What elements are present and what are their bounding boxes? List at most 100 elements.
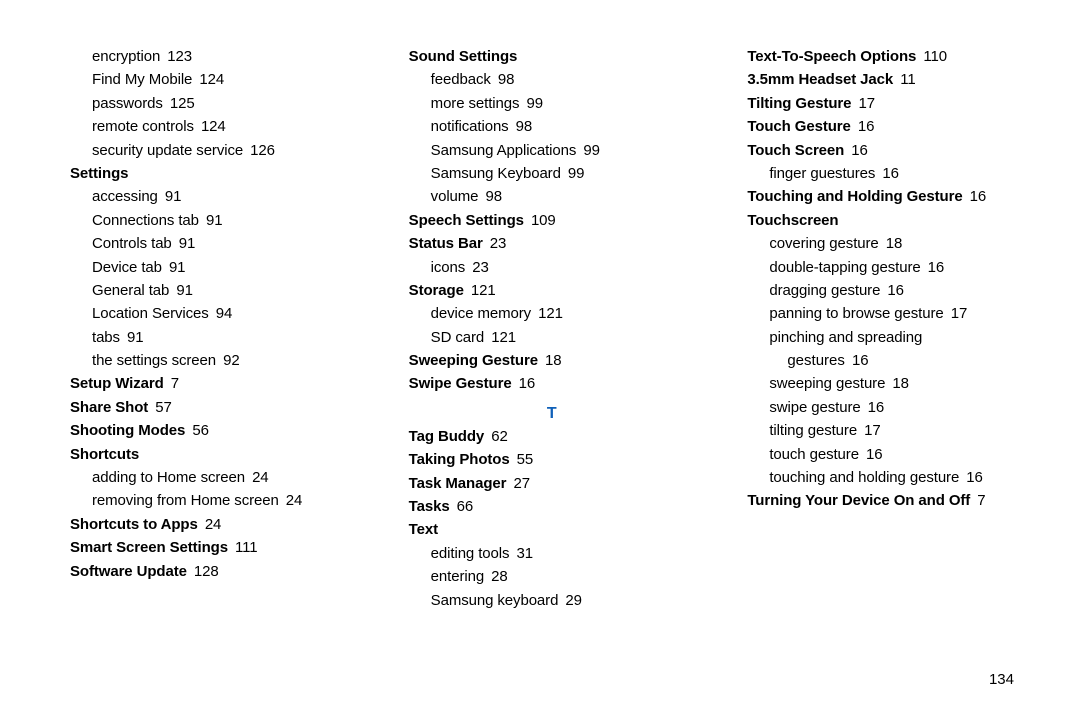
index-label: Shooting Modes — [70, 422, 185, 439]
index-page: 18 — [879, 235, 903, 252]
index-entry: Touch Gesture 16 — [747, 115, 1034, 138]
index-label: Smart Screen Settings — [70, 539, 228, 556]
index-entry: icons 23 — [409, 256, 696, 279]
index-entry: tilting gesture 17 — [747, 419, 1034, 442]
index-label: pinching and spreading — [747, 326, 922, 349]
index-page: 17 — [851, 95, 875, 112]
index-page: 98 — [491, 71, 515, 88]
index-page: 11 — [893, 71, 915, 88]
index-label: swipe gesture — [747, 396, 860, 419]
index-label: removing from Home screen — [70, 489, 279, 512]
index-label: accessing — [70, 185, 158, 208]
index-label: Setup Wizard — [70, 375, 164, 392]
index-page: 92 — [216, 352, 240, 369]
index-entry: feedback 98 — [409, 68, 696, 91]
index-entry: Samsung Applications 99 — [409, 139, 696, 162]
index-entry: gestures 16 — [747, 349, 1034, 372]
index-label: double-tapping gesture — [747, 256, 920, 279]
index-entry: entering 28 — [409, 565, 696, 588]
index-entry: Text-To-Speech Options 110 — [747, 45, 1034, 68]
index-entry: volume 98 — [409, 185, 696, 208]
index-entry: Device tab 91 — [70, 256, 357, 279]
index-label: remote controls — [70, 115, 194, 138]
index-entry: Find My Mobile 124 — [70, 68, 357, 91]
index-entry: Shooting Modes 56 — [70, 419, 357, 442]
index-page: 99 — [576, 142, 600, 159]
index-entry: touching and holding gesture 16 — [747, 466, 1034, 489]
index-label: more settings — [409, 92, 520, 115]
index-page: 110 — [916, 48, 947, 65]
index-entry: editing tools 31 — [409, 542, 696, 565]
index-column-1: encryption 123Find My Mobile 124password… — [70, 45, 357, 612]
index-label: covering gesture — [747, 232, 878, 255]
index-page: 121 — [484, 329, 516, 346]
index-label: Device tab — [70, 256, 162, 279]
index-page: 24 — [198, 516, 222, 533]
index-page: 121 — [464, 282, 496, 299]
index-label: Speech Settings — [409, 212, 524, 229]
index-entry: Smart Screen Settings 111 — [70, 536, 357, 559]
index-label: Touch Gesture — [747, 118, 850, 135]
index-entry: Turning Your Device On and Off 7 — [747, 489, 1034, 512]
index-page: 16 — [963, 188, 987, 205]
index-page: 16 — [880, 282, 904, 299]
index-entry: Touch Screen 16 — [747, 139, 1034, 162]
index-entry: Settings — [70, 162, 357, 185]
index-label: Tilting Gesture — [747, 95, 851, 112]
index-entry: the settings screen 92 — [70, 349, 357, 372]
index-label: Task Manager — [409, 475, 507, 492]
index-label: Connections tab — [70, 209, 199, 232]
index-page: 57 — [148, 399, 172, 416]
index-label: Taking Photos — [409, 451, 510, 468]
index-entry: Taking Photos 55 — [409, 448, 696, 471]
index-label: Find My Mobile — [70, 68, 192, 91]
index-page: 99 — [561, 165, 585, 182]
index-page: 16 — [959, 469, 983, 486]
index-entry: tabs 91 — [70, 326, 357, 349]
index-entry: touch gesture 16 — [747, 443, 1034, 466]
index-entry: encryption 123 — [70, 45, 357, 68]
index-page: 31 — [509, 545, 533, 562]
index-label: gestures — [747, 349, 845, 372]
index-entry: Samsung keyboard 29 — [409, 589, 696, 612]
index-entry: covering gesture 18 — [747, 232, 1034, 255]
index-label: Share Shot — [70, 399, 148, 416]
index-entry: swipe gesture 16 — [747, 396, 1034, 419]
index-page: 91 — [120, 329, 144, 346]
index-page: 16 — [921, 259, 945, 276]
index-label: Touching and Holding Gesture — [747, 188, 962, 205]
index-entry: double-tapping gesture 16 — [747, 256, 1034, 279]
section-letter: T — [409, 402, 696, 427]
index-page: 7 — [970, 492, 985, 509]
index-page: 23 — [465, 259, 489, 276]
index-page: 55 — [510, 451, 534, 468]
index-label: editing tools — [409, 542, 510, 565]
index-label: Turning Your Device On and Off — [747, 492, 970, 509]
index-entry: sweeping gesture 18 — [747, 372, 1034, 395]
index-entry: Task Manager 27 — [409, 472, 696, 495]
index-label: Storage — [409, 282, 464, 299]
index-entry: Touchscreen — [747, 209, 1034, 232]
index-entry: remote controls 124 — [70, 115, 357, 138]
index-entry: finger guestures 16 — [747, 162, 1034, 185]
index-page: 91 — [162, 259, 186, 276]
index-entry: more settings 99 — [409, 92, 696, 115]
index-label: Sweeping Gesture — [409, 352, 538, 369]
index-label: Software Update — [70, 563, 187, 580]
index-page: 109 — [524, 212, 556, 229]
index-page: 123 — [160, 48, 192, 65]
index-page: 16 — [861, 399, 885, 416]
index-column-2: Sound Settingsfeedback 98more settings 9… — [409, 45, 696, 612]
index-label: device memory — [409, 302, 531, 325]
index-entry: Connections tab 91 — [70, 209, 357, 232]
index-label: SD card — [409, 326, 485, 349]
index-page: 128 — [187, 563, 219, 580]
index-label: General tab — [70, 279, 169, 302]
index-label: touching and holding gesture — [747, 466, 959, 489]
index-entry: panning to browse gesture 17 — [747, 302, 1034, 325]
index-column-3: Text-To-Speech Options 1103.5mm Headset … — [747, 45, 1034, 612]
index-page: 66 — [450, 498, 474, 515]
index-entry: security update service 126 — [70, 139, 357, 162]
index-page: 16 — [859, 446, 883, 463]
index-label: tilting gesture — [747, 419, 857, 442]
